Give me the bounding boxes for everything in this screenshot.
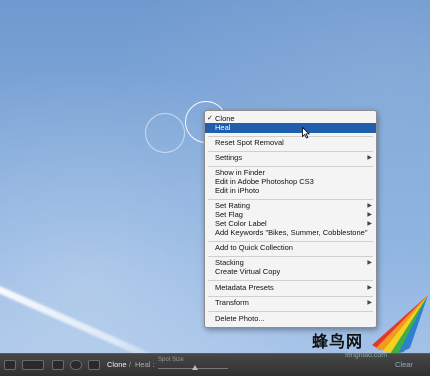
survey-view-icon[interactable] <box>70 360 82 370</box>
menu-separator <box>208 136 373 137</box>
spot-source-circle[interactable] <box>145 113 185 153</box>
submenu-arrow-icon: ▶ <box>367 155 372 161</box>
menu-separator <box>208 280 373 281</box>
mode-separator: / <box>129 360 132 369</box>
mode-clone[interactable]: Clone <box>107 360 127 370</box>
grid-view-icon[interactable] <box>4 360 16 370</box>
compare-view-icon[interactable] <box>22 360 44 370</box>
spot-size-slider-handle[interactable] <box>192 365 198 370</box>
loupe-view-icon[interactable] <box>52 360 64 370</box>
arrow-cursor-icon <box>302 127 310 139</box>
menu-item-add-keywords[interactable]: Add Keywords "Bikes, Summer, Cobblestone… <box>205 228 376 238</box>
mode-heal[interactable]: Heal : <box>135 360 155 370</box>
menu-item-edit-in-iphoto[interactable]: Edit in iPhoto <box>205 186 376 196</box>
menu-separator <box>208 151 373 152</box>
menu-separator <box>208 199 373 200</box>
menu-separator <box>208 241 373 242</box>
menu-item-heal[interactable]: Heal <box>205 123 376 133</box>
menu-item-create-virtual-copy[interactable]: Create Virtual Copy <box>205 267 376 277</box>
menu-item-add-to-quick-collection[interactable]: Add to Quick Collection <box>205 243 376 253</box>
watermark-text: 蜂鸟网 <box>312 332 364 351</box>
menu-item-reset-spot-removal[interactable]: Reset Spot Removal <box>205 138 376 148</box>
clear-button[interactable]: Clear <box>395 360 413 370</box>
menu-separator <box>208 166 373 167</box>
menu-item-settings[interactable]: Settings ▶ <box>205 153 376 163</box>
watermark-url: fengniao.com <box>345 352 388 359</box>
spot-tool-icon[interactable] <box>88 360 100 370</box>
menu-separator <box>208 256 373 257</box>
airplane-contrail <box>0 282 175 353</box>
spot-size-label: Spot Size <box>158 357 184 363</box>
